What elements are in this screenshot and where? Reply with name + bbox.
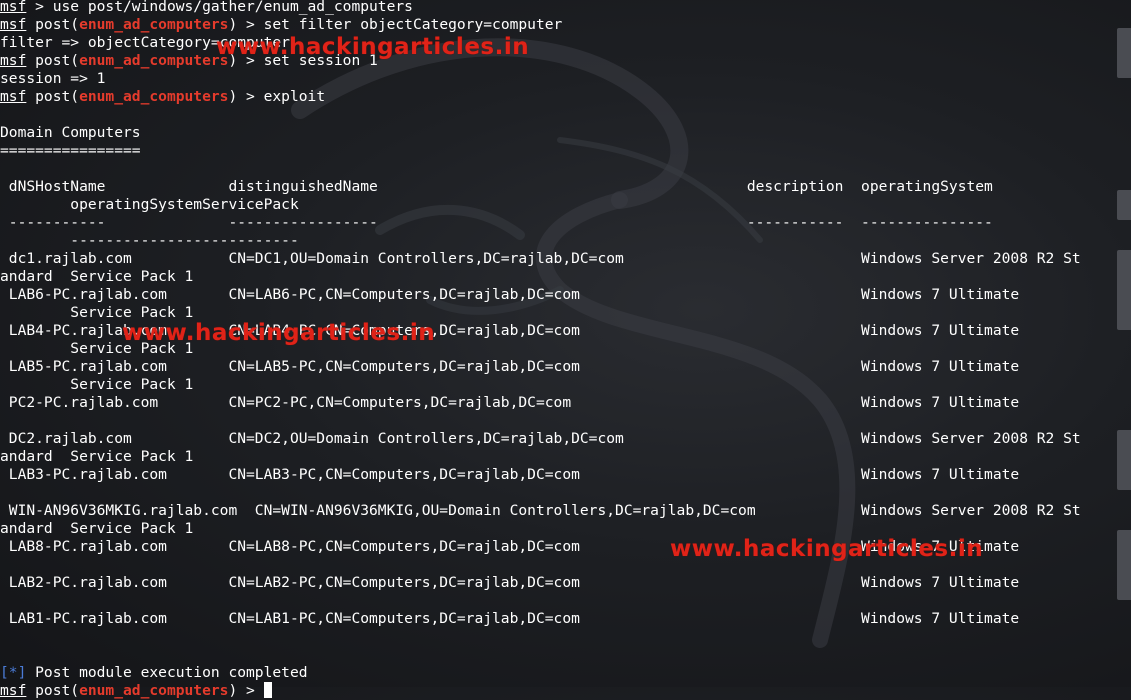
terminal-line: LAB5-PC.rajlab.com CN=LAB5-PC,CN=Compute… bbox=[0, 358, 1131, 376]
line-text: Service Pack 1 bbox=[0, 304, 194, 321]
terminal-line: -------------------------- bbox=[0, 232, 1131, 250]
terminal-line: [*] Post module execution completed bbox=[0, 664, 1131, 682]
module-name: enum_ad_computers bbox=[79, 16, 229, 33]
status-marker: [*] bbox=[0, 664, 27, 681]
line-text: PC2-PC.rajlab.com CN=PC2-PC,CN=Computers… bbox=[0, 394, 1020, 411]
module-name: enum_ad_computers bbox=[79, 88, 229, 105]
terminal-line: session => 1 bbox=[0, 70, 1131, 88]
line-text: post( bbox=[26, 52, 80, 69]
watermark: www.hackingarticles.in bbox=[670, 536, 984, 562]
line-text: LAB6-PC.rajlab.com CN=LAB6-PC,CN=Compute… bbox=[0, 286, 1020, 303]
line-text: WIN-AN96V36MKIG.rajlab.com CN=WIN-AN96V3… bbox=[0, 502, 1081, 519]
line-text: Service Pack 1 bbox=[0, 376, 194, 393]
line-text: andard Service Pack 1 bbox=[0, 268, 194, 285]
line-text: DC2.rajlab.com CN=DC2,OU=Domain Controll… bbox=[0, 430, 1081, 447]
cursor bbox=[263, 682, 272, 698]
line-text: ) > exploit bbox=[228, 88, 326, 105]
msf-prompt: msf bbox=[0, 88, 27, 105]
line-text: Post module execution completed bbox=[26, 664, 308, 681]
terminal-line: PC2-PC.rajlab.com CN=PC2-PC,CN=Computers… bbox=[0, 394, 1131, 412]
line-text: post( bbox=[26, 88, 80, 105]
terminal-line: dc1.rajlab.com CN=DC1,OU=Domain Controll… bbox=[0, 250, 1131, 268]
terminal-line: DC2.rajlab.com CN=DC2,OU=Domain Controll… bbox=[0, 430, 1131, 448]
line-text: dc1.rajlab.com CN=DC1,OU=Domain Controll… bbox=[0, 250, 1081, 267]
line-text: ----------- ----------------- ----------… bbox=[0, 214, 993, 231]
line-text: post( bbox=[26, 682, 80, 699]
terminal-line: LAB6-PC.rajlab.com CN=LAB6-PC,CN=Compute… bbox=[0, 286, 1131, 304]
line-text: Domain Computers bbox=[0, 124, 141, 141]
line-text: andard Service Pack 1 bbox=[0, 448, 194, 465]
line-text: session => 1 bbox=[0, 70, 106, 87]
terminal-line: ================ bbox=[0, 142, 1131, 160]
msf-prompt: msf bbox=[0, 16, 27, 33]
terminal-line: msf post(enum_ad_computers) > exploit bbox=[0, 88, 1131, 106]
line-text: LAB3-PC.rajlab.com CN=LAB3-PC,CN=Compute… bbox=[0, 466, 1020, 483]
terminal-line: Service Pack 1 bbox=[0, 376, 1131, 394]
line-text: ) > bbox=[228, 682, 264, 699]
terminal-line: andard Service Pack 1 bbox=[0, 268, 1131, 286]
line-text: dNSHostName distinguishedName descriptio… bbox=[0, 178, 993, 195]
terminal-line: msf post(enum_ad_computers) > bbox=[0, 682, 1131, 700]
line-text: LAB5-PC.rajlab.com CN=LAB5-PC,CN=Compute… bbox=[0, 358, 1020, 375]
line-text: > use post/windows/gather/enum_ad_comput… bbox=[26, 0, 413, 15]
line-text: ================ bbox=[0, 142, 141, 159]
terminal-line: ----------- ----------------- ----------… bbox=[0, 214, 1131, 232]
line-text: post( bbox=[26, 16, 80, 33]
msf-prompt: msf bbox=[0, 682, 27, 699]
module-name: enum_ad_computers bbox=[79, 52, 229, 69]
watermark: www.hackingarticles.in bbox=[216, 34, 530, 60]
terminal-line: andard Service Pack 1 bbox=[0, 448, 1131, 466]
terminal-line: operatingSystemServicePack bbox=[0, 196, 1131, 214]
terminal-line: dNSHostName distinguishedName descriptio… bbox=[0, 178, 1131, 196]
terminal-line: LAB1-PC.rajlab.com CN=LAB1-PC,CN=Compute… bbox=[0, 610, 1131, 628]
terminal-line: filter => objectCategory=computer bbox=[0, 34, 1131, 52]
line-text: LAB2-PC.rajlab.com CN=LAB2-PC,CN=Compute… bbox=[0, 574, 1020, 591]
msf-prompt: msf bbox=[0, 0, 27, 15]
terminal-line: LAB3-PC.rajlab.com CN=LAB3-PC,CN=Compute… bbox=[0, 466, 1131, 484]
module-name: enum_ad_computers bbox=[79, 682, 229, 699]
line-text: LAB1-PC.rajlab.com CN=LAB1-PC,CN=Compute… bbox=[0, 610, 1020, 627]
msf-prompt: msf bbox=[0, 52, 27, 69]
terminal-line: msf post(enum_ad_computers) > set filter… bbox=[0, 16, 1131, 34]
terminal-line: LAB2-PC.rajlab.com CN=LAB2-PC,CN=Compute… bbox=[0, 574, 1131, 592]
terminal-line: msf post(enum_ad_computers) > set sessio… bbox=[0, 52, 1131, 70]
terminal-line: Domain Computers bbox=[0, 124, 1131, 142]
terminal-line: WIN-AN96V36MKIG.rajlab.com CN=WIN-AN96V3… bbox=[0, 502, 1131, 520]
watermark: www.hackingarticles.in bbox=[122, 320, 436, 346]
line-text: andard Service Pack 1 bbox=[0, 520, 194, 537]
line-text: ) > set filter objectCategory=computer bbox=[228, 16, 563, 33]
line-text: -------------------------- bbox=[0, 232, 299, 249]
terminal-line: msf > use post/windows/gather/enum_ad_co… bbox=[0, 0, 1131, 16]
line-text: operatingSystemServicePack bbox=[0, 196, 299, 213]
